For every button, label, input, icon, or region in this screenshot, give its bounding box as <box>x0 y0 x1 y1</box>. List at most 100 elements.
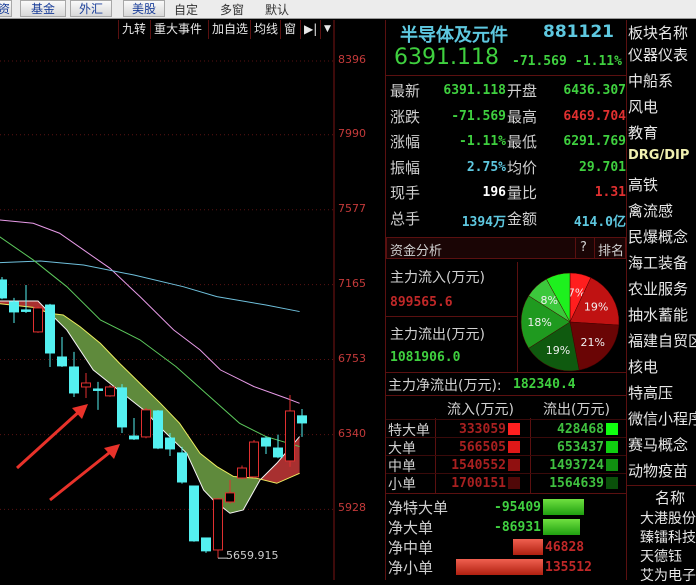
price-axis-label: 6753 <box>338 351 366 365</box>
candle-body <box>297 415 307 424</box>
outflow-swatch <box>606 459 618 471</box>
divider <box>386 455 626 456</box>
net-flow-name: 净特大单 <box>388 499 449 517</box>
pie-label: 21% <box>581 336 605 349</box>
sector-list-item[interactable]: 抽水蓄能 <box>628 304 696 325</box>
pie-label: 18% <box>527 316 551 329</box>
net-flow-bar <box>512 539 543 555</box>
net-flow-bar <box>543 499 585 515</box>
flow-out: 428468 <box>557 422 604 437</box>
sector-list-item[interactable]: 赛马概念 <box>628 434 696 455</box>
outflow-swatch <box>606 423 618 435</box>
candle-body <box>0 279 7 299</box>
quote-label: 振幅 <box>390 158 421 177</box>
sector-list-item[interactable]: 高铁 <box>628 174 696 195</box>
sector-list-item[interactable]: 动物疫苗 <box>628 460 696 481</box>
quote-value: -1.11% <box>459 134 506 149</box>
quote-label: 均价 <box>507 158 538 177</box>
candle-body <box>69 366 79 394</box>
candle-body <box>105 386 115 397</box>
quote-value: 2.75% <box>466 159 506 175</box>
stock-list-item[interactable]: 大港股份 <box>640 508 696 528</box>
net-flow-bar <box>456 559 543 575</box>
quote-label: 开盘 <box>507 82 538 100</box>
price-change-pct: -1.11% <box>575 54 622 69</box>
sector-list-item[interactable]: 核电 <box>628 356 696 377</box>
net-outflow-label: 主力净流出(万元): <box>388 378 502 394</box>
candle-body <box>33 307 43 333</box>
outflow-swatch <box>606 441 618 453</box>
quote-label: 量比 <box>507 184 538 202</box>
quote-label: 总手 <box>390 209 421 228</box>
candle-body <box>9 301 19 313</box>
sector-list-item[interactable]: 风电 <box>628 96 696 117</box>
quote-label: 涨幅 <box>390 133 421 151</box>
quote-value: 29.701 <box>579 159 626 175</box>
sector-list-item[interactable]: 教育 <box>628 122 696 143</box>
candle-body <box>21 309 31 312</box>
quote-value: 6436.307 <box>563 83 626 98</box>
sector-list-item[interactable]: 中船系 <box>628 70 696 91</box>
price-axis-label: 5928 <box>338 501 366 515</box>
quote-label: 最低 <box>507 133 538 151</box>
price-axis-label: 8396 <box>338 53 366 66</box>
inflow-swatch <box>508 441 520 453</box>
sector-list-item[interactable]: 仪器仪表 <box>628 44 696 65</box>
sector-list-item[interactable]: 海工装备 <box>628 252 696 273</box>
net-flow-value: 46828 <box>545 540 585 555</box>
quote-value: 6469.704 <box>563 108 626 124</box>
flow-out: 1564639 <box>549 476 604 491</box>
flow-out: 653437 <box>557 440 604 455</box>
net-flow-name: 净小单 <box>388 559 434 577</box>
outflow-swatch <box>606 477 618 489</box>
flow-out: 1493724 <box>549 458 604 473</box>
price-change: -71.569 <box>512 54 567 69</box>
pie-label: 8% <box>540 294 557 307</box>
candle-body <box>93 388 103 391</box>
sector-list-item[interactable]: 特高压 <box>628 382 696 403</box>
flow-name: 小单 <box>388 477 416 493</box>
main-outflow-label: 主力流出(万元) <box>390 327 485 343</box>
rank-button[interactable]: 排名 <box>598 240 624 259</box>
annotation-arrow <box>15 407 84 470</box>
inflow-header: 流入(万元) <box>447 402 514 418</box>
price-axis-label: 7165 <box>338 276 366 290</box>
pie-label: 19% <box>584 301 608 314</box>
quote-value: -71.569 <box>451 108 506 124</box>
net-flow-value: -86931 <box>494 520 541 535</box>
candle-body <box>117 387 127 428</box>
candle-body <box>201 537 211 552</box>
flow-in: 1700151 <box>451 476 506 491</box>
quote-value: 414.0亿 <box>573 214 626 230</box>
stock-list-item[interactable]: 臻镭科技 <box>640 527 696 547</box>
sector-list-item[interactable]: 农业服务 <box>628 278 696 299</box>
inflow-swatch <box>508 477 520 489</box>
net-flow-name: 净大单 <box>388 519 434 537</box>
sector-list-item[interactable]: DRG/DIP <box>628 148 696 163</box>
ma-line-blue <box>0 260 300 313</box>
divider <box>386 437 626 438</box>
quote-value: 196 <box>482 185 506 200</box>
quote-value: 1.31 <box>594 185 626 200</box>
price-axis-label: 6340 <box>338 426 366 440</box>
sector-list-header[interactable]: 板块名称 <box>628 22 696 43</box>
net-flow-value: 135512 <box>545 560 592 575</box>
candle-body <box>225 492 235 503</box>
stock-list-item[interactable]: 艾为电子 <box>640 565 696 585</box>
net-flow-bar <box>543 519 581 535</box>
fund-analysis-title: 资金分析 <box>390 244 443 259</box>
quote-label: 最高 <box>507 107 538 126</box>
candle-body <box>285 410 295 462</box>
stock-list-item[interactable]: 天德钰 <box>640 546 696 566</box>
sector-list-item[interactable]: 微信小程序 <box>628 408 696 429</box>
sector-list-item[interactable]: 禽流感 <box>628 200 696 221</box>
stock-list-header[interactable]: 名称 <box>655 487 696 508</box>
quote-label: 涨跌 <box>390 107 421 126</box>
main-outflow-value: 1081906.0 <box>390 350 461 365</box>
inflow-swatch <box>508 423 520 435</box>
sector-list-item[interactable]: 民爆概念 <box>628 226 696 247</box>
help-button[interactable]: ? <box>580 240 587 255</box>
flow-in: 333059 <box>459 422 506 437</box>
candle-body <box>81 382 91 388</box>
sector-list-item[interactable]: 福建自贸区 <box>628 330 696 351</box>
